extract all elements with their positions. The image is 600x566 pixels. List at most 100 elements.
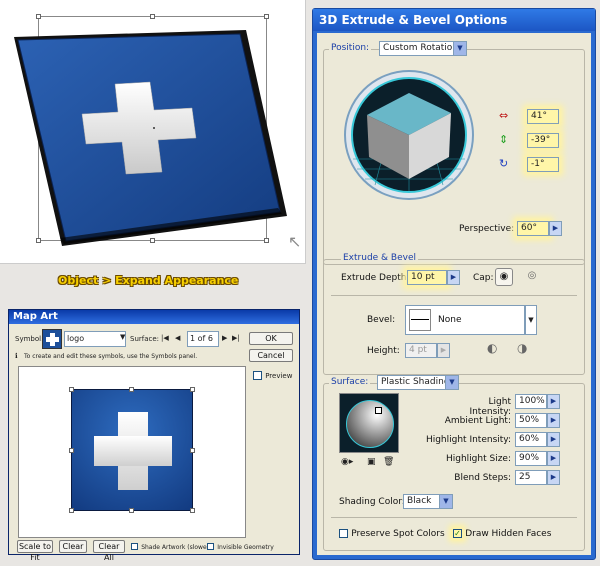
chevron-down-icon[interactable]: ▼ [439,495,452,508]
bevel-dropdown[interactable]: None [405,305,525,335]
preview-check[interactable] [253,370,262,380]
lighting-sphere[interactable] [339,393,399,453]
rotation-track-cube[interactable] [343,69,475,201]
shading-color-label: Shading Color: [339,497,405,507]
bbox-handle[interactable] [264,238,269,243]
divider [331,517,577,518]
artboard-canvas [0,0,306,264]
chevron-down-icon[interactable]: ▼ [525,305,537,335]
dialog-title: 3D Extrude & Bevel Options [313,9,595,31]
extrude-depth-field[interactable]: 10 pt [407,270,447,285]
highlight-intensity-field[interactable]: 60% [515,432,547,447]
light-intensity-field[interactable]: 100% [515,394,547,409]
symbol-dropdown[interactable]: logo [64,331,126,347]
expand-appearance-caption: Object > Expand Appearance [58,274,239,287]
next-surface-icon[interactable]: ▶ [222,334,227,342]
bbox-handle[interactable] [264,14,269,19]
ambient-light-slider[interactable]: ▶ [547,413,560,428]
bbox-handle[interactable] [150,238,155,243]
preview-checkbox[interactable]: Preview [253,370,292,381]
perspective-slider-button[interactable]: ▶ [549,221,562,236]
extrude-bevel-group-label: Extrude & Bevel [341,253,419,263]
last-surface-icon[interactable]: ▶| [232,334,240,342]
cancel-button[interactable]: Cancel [249,349,293,362]
pointer-arrow-icon: ↖ [288,232,302,251]
extruded-logo-art[interactable] [0,0,306,264]
trash-icon[interactable]: 🗑 [383,457,394,467]
draw-hidden-faces-checkbox[interactable]: ✓ Draw Hidden Faces [453,528,551,539]
light-intensity-label: Light Intensity: [469,397,511,417]
bbox-handle[interactable] [36,238,41,243]
rotate-y-field[interactable]: -39° [527,133,559,148]
chevron-down-icon[interactable]: ▼ [120,333,125,341]
rotate-x-icon: ⇔ [499,109,509,122]
perspective-field[interactable]: 60° [517,221,549,236]
blend-steps-label: Blend Steps: [454,473,511,483]
highlight-size-label: Highlight Size: [446,454,511,464]
clear-all-button[interactable]: Clear All [93,540,125,562]
map-handle[interactable] [129,387,134,392]
blend-steps-slider[interactable]: ▶ [547,470,560,485]
preserve-spot-colors-checkbox[interactable]: Preserve Spot Colors [339,528,445,539]
height-field[interactable]: 4 pt [405,343,437,358]
new-light-icon[interactable]: ▣ [367,457,376,467]
map-handle[interactable] [69,448,74,453]
surface-label: Surface: [130,335,160,343]
symbol-label: Symbol: [15,335,44,343]
rotate-z-icon: ↻ [499,157,509,170]
bevel-out-icon[interactable]: ◐ [487,341,497,355]
chevron-down-icon[interactable]: ▼ [445,376,458,389]
height-slider-button[interactable]: ▶ [437,343,450,358]
rotate-y-icon: ⇕ [499,133,509,146]
extrude-bevel-dialog: 3D Extrude & Bevel Options Position: Cus… [312,8,596,560]
divider [331,295,577,296]
checkmark-icon[interactable]: ✓ [453,528,462,538]
symbols-hint: To create and edit these symbols, use th… [24,353,198,360]
map-handle[interactable] [190,448,195,453]
surface-label: Surface: [329,377,371,387]
height-label: Height: [367,346,400,356]
highlight-size-slider[interactable]: ▶ [547,451,560,466]
info-icon: ℹ [15,352,18,360]
extrude-depth-label: Extrude Depth: [341,273,410,283]
bbox-handle[interactable] [36,14,41,19]
highlight-size-field[interactable]: 90% [515,451,547,466]
map-handle[interactable] [129,508,134,513]
map-handle[interactable] [190,387,195,392]
rotate-x-field[interactable]: 41° [527,109,559,124]
bevel-label: Bevel: [367,315,396,325]
cap-off-icon[interactable]: ◎ [523,268,541,286]
extrude-depth-slider-button[interactable]: ▶ [447,270,460,285]
surface-map-area[interactable] [18,366,246,538]
clear-button[interactable]: Clear [59,540,87,553]
ambient-light-field[interactable]: 50% [515,413,547,428]
perspective-label: Perspective: [459,224,515,234]
dialog-title: Map Art [9,310,299,324]
move-light-back-icon[interactable]: ◉▸ [341,457,353,467]
first-surface-icon[interactable]: |◀ [161,334,169,342]
map-handle[interactable] [69,387,74,392]
scale-to-fit-button[interactable]: Scale to Fit [17,540,53,562]
highlight-intensity-slider[interactable]: ▶ [547,432,560,447]
symbol-thumbnail [42,329,62,349]
blend-steps-field[interactable]: 25 [515,470,547,485]
surface-field[interactable]: 1 of 6 [187,331,219,347]
prev-surface-icon[interactable]: ◀ [175,334,180,342]
ok-button[interactable]: OK [249,332,293,345]
light-intensity-slider[interactable]: ▶ [547,394,560,409]
chevron-down-icon[interactable]: ▼ [453,42,466,55]
map-handle[interactable] [190,508,195,513]
position-label: Position: [329,43,372,53]
shade-artwork-checkbox[interactable]: Shade Artwork (slower) [131,541,211,552]
cap-on-icon[interactable]: ◉ [495,268,513,286]
light-source-handle[interactable] [375,407,382,414]
bevel-in-icon[interactable]: ◑ [517,341,527,355]
mapped-logo[interactable] [71,389,193,511]
invisible-geometry-checkbox[interactable]: Invisible Geometry [207,541,274,552]
map-art-dialog: Map Art Symbol: logo ▼ Surface: |◀ ◀ 1 o… [8,309,300,562]
cap-label: Cap: [473,273,494,283]
highlight-intensity-label: Highlight Intensity: [425,435,511,445]
map-handle[interactable] [69,508,74,513]
rotate-z-field[interactable]: -1° [527,157,559,172]
bbox-handle[interactable] [150,14,155,19]
